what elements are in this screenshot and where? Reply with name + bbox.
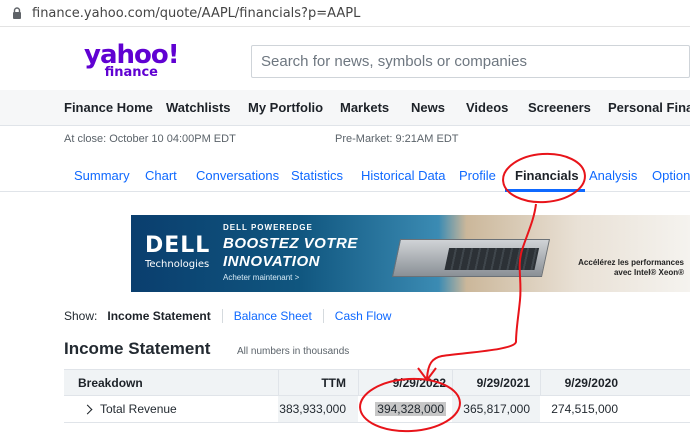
yahoo-finance-logo[interactable]: yahoo! finance — [84, 42, 180, 79]
ad-brand: DELL — [145, 233, 211, 258]
nav-watchlists[interactable]: Watchlists — [166, 100, 231, 115]
ad-right-line-2: avec Intel® Xeon® — [613, 268, 684, 277]
ad-copy: DELL POWEREDGE BOOSTEZ VOTRE INNOVATION … — [223, 223, 358, 282]
option-income-statement[interactable]: Income Statement — [107, 309, 223, 323]
nav-my-portfolio[interactable]: My Portfolio — [248, 100, 323, 115]
statement-selector: Show: Income Statement Balance Sheet Cas… — [64, 309, 413, 323]
value-2022-cell: 394,328,000 — [358, 396, 452, 422]
header-2022: 9/29/2022 — [358, 370, 452, 395]
ad-headline-1: BOOSTEZ VOTRE — [223, 235, 358, 252]
nav-videos[interactable]: Videos — [466, 100, 508, 115]
search-input[interactable]: Search for news, symbols or companies — [251, 45, 690, 78]
ad-right-copy: Accélérez les performances avec Intel® X… — [578, 258, 684, 278]
header-2021: 9/29/2021 — [452, 370, 540, 395]
server-image — [391, 239, 551, 277]
lock-icon — [13, 7, 21, 19]
search-placeholder: Search for news, symbols or companies — [261, 53, 527, 70]
nav-markets[interactable]: Markets — [340, 100, 389, 115]
row-label: Total Revenue — [100, 402, 177, 416]
show-label: Show: — [64, 309, 98, 323]
tab-historical-data[interactable]: Historical Data — [361, 168, 446, 183]
site-header: yahoo! finance Search for news, symbols … — [0, 28, 690, 90]
value-2020: 274,515,000 — [551, 402, 618, 416]
tab-conversations[interactable]: Conversations — [196, 168, 279, 183]
active-tab-indicator — [505, 189, 585, 192]
tab-options[interactable]: Options — [652, 168, 690, 183]
nav-personal-finance[interactable]: Personal Finance — [608, 100, 690, 115]
table-row: Total Revenue 383,933,000 394,328,000 36… — [64, 396, 690, 423]
dell-logo: DELL Technologies — [145, 233, 210, 270]
ad-right-line-1: Accélérez les performances — [578, 258, 684, 267]
tab-statistics[interactable]: Statistics — [291, 168, 343, 183]
ad-headline-2: INNOVATION — [223, 253, 320, 270]
nav-screeners[interactable]: Screeners — [528, 100, 591, 115]
nav-finance-home[interactable]: Finance Home — [64, 100, 153, 115]
ad-banner[interactable]: DELL Technologies DELL POWEREDGE BOOSTEZ… — [131, 215, 690, 292]
option-cash-flow[interactable]: Cash Flow — [335, 309, 403, 323]
browser-address-bar[interactable]: finance.yahoo.com/quote/AAPL/financials?… — [0, 0, 690, 27]
ad-cta[interactable]: Acheter maintenant > — [223, 273, 358, 282]
nav-news[interactable]: News — [411, 100, 445, 115]
chevron-right-icon[interactable] — [82, 404, 93, 414]
ad-kicker: DELL POWEREDGE — [223, 223, 313, 232]
tab-chart[interactable]: Chart — [145, 168, 177, 183]
header-breakdown: Breakdown — [78, 375, 143, 390]
income-statement-table: Breakdown TTM 9/29/2022 9/29/2021 9/29/2… — [64, 369, 690, 423]
header-2020: 9/29/2020 — [540, 370, 628, 395]
units-note: All numbers in thousands — [237, 346, 350, 357]
main-nav: Finance Home Watchlists My Portfolio Mar… — [0, 90, 690, 126]
tab-financials[interactable]: Financials — [515, 168, 579, 183]
url-text[interactable]: finance.yahoo.com/quote/AAPL/financials?… — [32, 6, 360, 21]
value-2022: 394,328,000 — [375, 402, 446, 416]
tab-profile[interactable]: Profile — [459, 168, 496, 183]
pre-market-time: Pre-Market: 9:21AM EDT — [335, 133, 459, 145]
value-ttm: 383,933,000 — [278, 396, 358, 422]
header-ttm: TTM — [278, 370, 358, 395]
tab-summary[interactable]: Summary — [74, 168, 130, 183]
option-balance-sheet[interactable]: Balance Sheet — [234, 309, 324, 323]
ad-brand-sub: Technologies — [145, 259, 210, 270]
row-label-cell[interactable]: Total Revenue — [64, 396, 278, 422]
quote-tabs: Summary Chart Conversations Statistics H… — [0, 160, 690, 192]
table-header-row: Breakdown TTM 9/29/2022 9/29/2021 9/29/2… — [64, 369, 690, 396]
at-close-time: At close: October 10 04:00PM EDT — [64, 133, 236, 145]
tab-analysis[interactable]: Analysis — [589, 168, 637, 183]
section-title: Income Statement — [64, 339, 211, 358]
value-2021: 365,817,000 — [452, 396, 540, 422]
